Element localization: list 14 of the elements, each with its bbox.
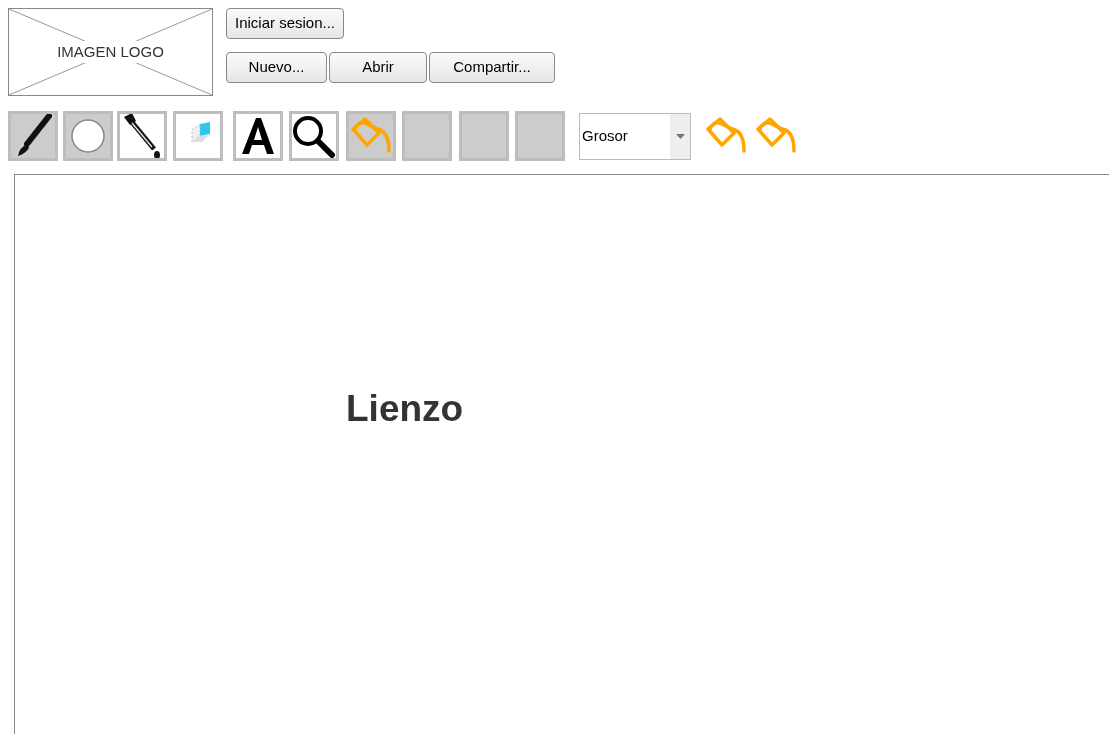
circle-icon — [70, 118, 106, 154]
thickness-dropdown[interactable]: Grosor — [579, 112, 691, 160]
file-button[interactable]: Abrir — [329, 52, 427, 83]
tool-button[interactable] — [117, 111, 167, 161]
canvas[interactable]: Lienzo — [14, 174, 1109, 734]
tool-button[interactable] — [8, 111, 58, 161]
search-icon — [292, 114, 336, 158]
caret-icon — [670, 113, 690, 159]
canvas-label: Lienzo — [346, 387, 464, 431]
login-button[interactable]: Iniciar sesion... — [226, 8, 345, 39]
file-button[interactable]: Nuevo... — [226, 52, 327, 83]
tool-button[interactable] — [289, 111, 339, 161]
tool-button[interactable] — [233, 111, 283, 161]
file-button[interactable]: Compartir... — [429, 52, 555, 83]
